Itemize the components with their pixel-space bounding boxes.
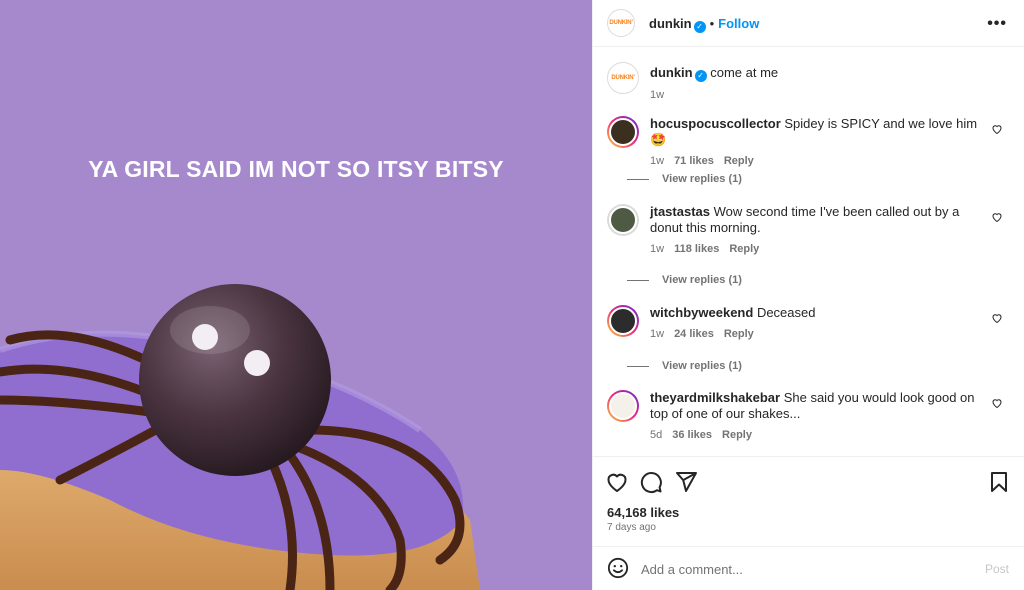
post-image[interactable]: YA GIRL SAID IM NOT SO ITSY BITSY xyxy=(0,0,592,590)
add-comment-bar: Post xyxy=(593,546,1024,590)
comment-username[interactable]: hocuspocuscollector xyxy=(650,116,781,131)
view-replies-button[interactable]: View replies (1) xyxy=(654,173,742,185)
caption-avatar-text: DUNKIN' xyxy=(611,75,635,81)
header-user: dunkin ✓ • Follow xyxy=(649,16,759,33)
emoji-icon[interactable] xyxy=(607,557,629,579)
reply-button[interactable]: Reply xyxy=(724,328,754,340)
caption-avatar[interactable]: DUNKIN' xyxy=(607,62,639,94)
commenter-avatar[interactable] xyxy=(607,116,639,148)
verified-badge-icon: ✓ xyxy=(693,21,706,33)
post-actions: 64,168 likes 7 days ago xyxy=(593,456,1024,546)
header-username[interactable]: dunkin xyxy=(649,16,692,31)
likes-count[interactable]: 64,168 likes xyxy=(607,505,679,520)
comment-like-heart-icon[interactable] xyxy=(991,123,1003,135)
reply-button[interactable]: Reply xyxy=(722,429,752,441)
comment-body: jtastastas Wow second time I've been cal… xyxy=(650,204,985,257)
comment-likes[interactable]: 24 likes xyxy=(674,328,714,340)
heart-icon[interactable] xyxy=(605,470,629,494)
commenter-avatar[interactable] xyxy=(607,305,639,337)
reply-button[interactable]: Reply xyxy=(729,243,759,255)
post-comment-button[interactable]: Post xyxy=(985,562,1009,576)
comment-username[interactable]: witchbyweekend xyxy=(650,305,753,320)
post-headline: YA GIRL SAID IM NOT SO ITSY BITSY xyxy=(88,156,504,182)
comment-like-heart-icon[interactable] xyxy=(991,211,1003,223)
caption: dunkin ✓ come at me 1w xyxy=(650,65,778,103)
caption-text: come at me xyxy=(710,65,779,80)
caption-time: 1w xyxy=(650,89,665,101)
verified-badge-icon: ✓ xyxy=(694,70,707,82)
comment-time: 5d xyxy=(650,429,663,441)
post-panel: DUNKIN' dunkin ✓ • Follow ••• DUNKIN' dunki… xyxy=(592,0,1024,590)
comment-time: 1w xyxy=(650,155,665,167)
comment-username[interactable]: jtastastas xyxy=(650,204,710,219)
comment-text: Deceased xyxy=(756,305,816,320)
donut-illustration xyxy=(0,284,480,590)
view-replies-button[interactable]: View replies (1) xyxy=(654,274,742,286)
commenter-avatar[interactable] xyxy=(607,204,639,236)
avatar-logo-text: DUNKIN' xyxy=(609,20,633,26)
comment-likes[interactable]: 71 likes xyxy=(674,155,714,167)
comment-like-heart-icon[interactable] xyxy=(991,312,1003,324)
comment-username[interactable]: theyardmilkshakebar xyxy=(650,390,780,405)
caption-username[interactable]: dunkin xyxy=(650,65,693,80)
share-icon[interactable] xyxy=(674,470,698,494)
comment-body: witchbyweekend Deceased 1w 24 likes Reply xyxy=(650,305,985,342)
comment-likes[interactable]: 36 likes xyxy=(672,429,712,441)
reply-button[interactable]: Reply xyxy=(724,155,754,167)
posted-time: 7 days ago xyxy=(607,522,656,533)
comment-likes[interactable]: 118 likes xyxy=(674,243,719,255)
view-replies-button[interactable]: View replies (1) xyxy=(654,360,742,372)
comment-like-heart-icon[interactable] xyxy=(991,397,1003,409)
header-separator: • xyxy=(709,16,715,31)
post-header: DUNKIN' dunkin ✓ • Follow ••• xyxy=(593,0,1024,47)
comment-time: 1w xyxy=(650,328,665,340)
bookmark-icon[interactable] xyxy=(987,470,1011,494)
comment-body: theyardmilkshakebar She said you would l… xyxy=(650,390,985,443)
comment-time: 1w xyxy=(650,243,665,255)
commenter-avatar[interactable] xyxy=(607,390,639,422)
add-comment-input[interactable] xyxy=(641,558,961,580)
more-options-icon[interactable]: ••• xyxy=(987,15,1007,33)
follow-button[interactable]: Follow xyxy=(718,16,759,31)
dunkin-avatar[interactable]: DUNKIN' xyxy=(607,9,635,37)
comment-icon[interactable] xyxy=(639,470,663,494)
comment-body: hocuspocuscollector Spidey is SPICY and … xyxy=(650,116,985,169)
